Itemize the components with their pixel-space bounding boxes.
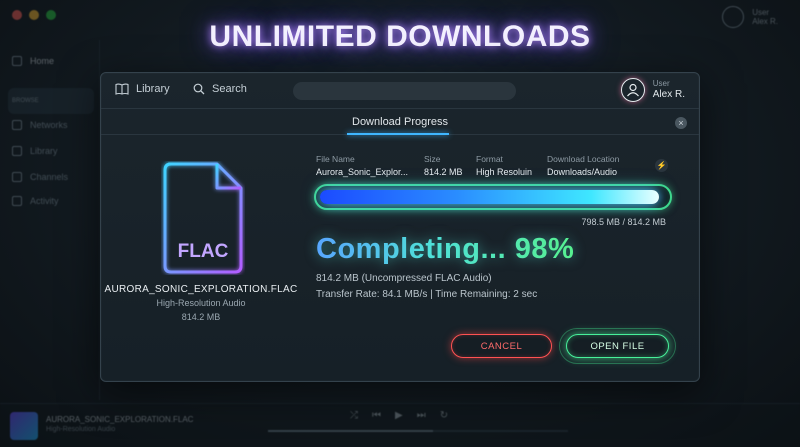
open-file-button[interactable]: OPEN FILE (566, 334, 669, 358)
play-icon[interactable]: ▶ (395, 410, 403, 421)
dialog-topbar: Library Search User Alex R. (101, 73, 699, 109)
search-nav[interactable]: Search (193, 83, 247, 95)
user-icon (626, 83, 639, 97)
progress-status: Completing... 98% (316, 233, 575, 265)
section-label: BROWSE (12, 98, 39, 104)
sidebar-item-channels[interactable]: Channels (12, 172, 68, 182)
size-detail: 814.2 MB (Uncompressed FLAC Audio) (316, 273, 492, 284)
download-progress-fill (320, 190, 659, 204)
transfer-detail: Transfer Rate: 84.1 MB/s | Time Remainin… (316, 289, 538, 300)
active-tab-indicator (347, 133, 449, 135)
player-subtitle: High-Resolution Audio (46, 426, 116, 433)
file-name: AURORA_SONIC_EXPLORATION.FLAC (104, 284, 298, 295)
network-icon (12, 120, 22, 130)
avatar (620, 78, 645, 102)
user-label: User (652, 79, 670, 88)
player-title: AURORA_SONIC_EXPLORATION.FLAC (46, 415, 194, 424)
repeat-icon[interactable]: ↻ (440, 410, 448, 421)
sidebar-item-label: Channels (30, 172, 69, 182)
location-value: Downloads/Audio (547, 167, 618, 177)
sidebar-item-label: Networks (30, 120, 68, 130)
tab-download-progress[interactable]: Download Progress (352, 116, 448, 128)
format-value: High Resoluin (476, 167, 533, 177)
window-controls (12, 10, 56, 20)
download-dialog: Library Search User Alex R. Download Pro… (100, 72, 700, 382)
location-label: Download Location (547, 154, 620, 164)
book-icon (115, 83, 129, 95)
sidebar-item-label: Activity (30, 196, 59, 206)
user-menu[interactable]: User Alex R. (620, 78, 685, 102)
size-value: 814.2 MB (424, 167, 463, 177)
close-icon[interactable]: × (675, 117, 687, 129)
activity-icon (12, 196, 22, 206)
close-window-icon[interactable] (12, 10, 22, 20)
sidebar-item-activity[interactable]: Activity (12, 196, 59, 206)
file-size: 814.2 MB (181, 312, 221, 322)
library-label: Library (136, 83, 170, 95)
headline: UNLIMITED DOWNLOADS (209, 20, 591, 53)
file-name-value: Aurora_Sonic_Explor... (316, 167, 409, 177)
file-type: High-Resolution Audio (156, 298, 246, 308)
search-input[interactable] (293, 82, 516, 100)
sidebar-item-label: Home (30, 56, 55, 66)
cancel-button[interactable]: CANCEL (451, 334, 552, 358)
background-sidebar: Home BROWSE Networks Library Channels Ac… (0, 40, 100, 400)
channels-icon (12, 172, 22, 182)
file-badge-text: FLAC (178, 241, 229, 262)
dialog-tab-row: Download Progress × (101, 109, 699, 135)
home-icon (12, 56, 22, 66)
sidebar-item-networks[interactable]: Networks (12, 120, 68, 130)
format-label: Format (476, 154, 503, 164)
background-player: AURORA_SONIC_EXPLORATION.FLAC High-Resol… (0, 403, 800, 447)
search-icon (193, 83, 205, 95)
sidebar-item-home[interactable]: Home (12, 56, 54, 66)
player-seek-bar[interactable] (268, 430, 568, 432)
maximize-window-icon[interactable] (46, 10, 56, 20)
user-name: Alex R. (652, 89, 685, 100)
sidebar-section-label: BROWSE (12, 98, 39, 104)
flac-file-icon: FLAC (163, 162, 243, 274)
library-icon (12, 146, 22, 156)
minimize-window-icon[interactable] (29, 10, 39, 20)
size-label: Size (424, 154, 441, 164)
background-user-label: User (752, 8, 770, 17)
download-progress-bar (314, 184, 672, 210)
lightning-icon[interactable]: ⚡ (655, 159, 668, 172)
library-nav[interactable]: Library (115, 83, 170, 95)
shuffle-icon[interactable]: ⤮ (350, 410, 358, 421)
album-thumbnail (10, 412, 38, 440)
transferred-amount: 798.5 MB / 814.2 MB (581, 217, 666, 227)
search-label: Search (212, 83, 247, 95)
sidebar-item-label: Library (30, 146, 58, 156)
player-controls: ⤮ ⏮ ▶ ⏭ ↻ (350, 410, 448, 421)
next-icon[interactable]: ⏭ (417, 410, 426, 421)
file-name-label: File Name (316, 154, 355, 164)
previous-icon[interactable]: ⏮ (372, 410, 381, 421)
sidebar-item-library[interactable]: Library (12, 146, 58, 156)
